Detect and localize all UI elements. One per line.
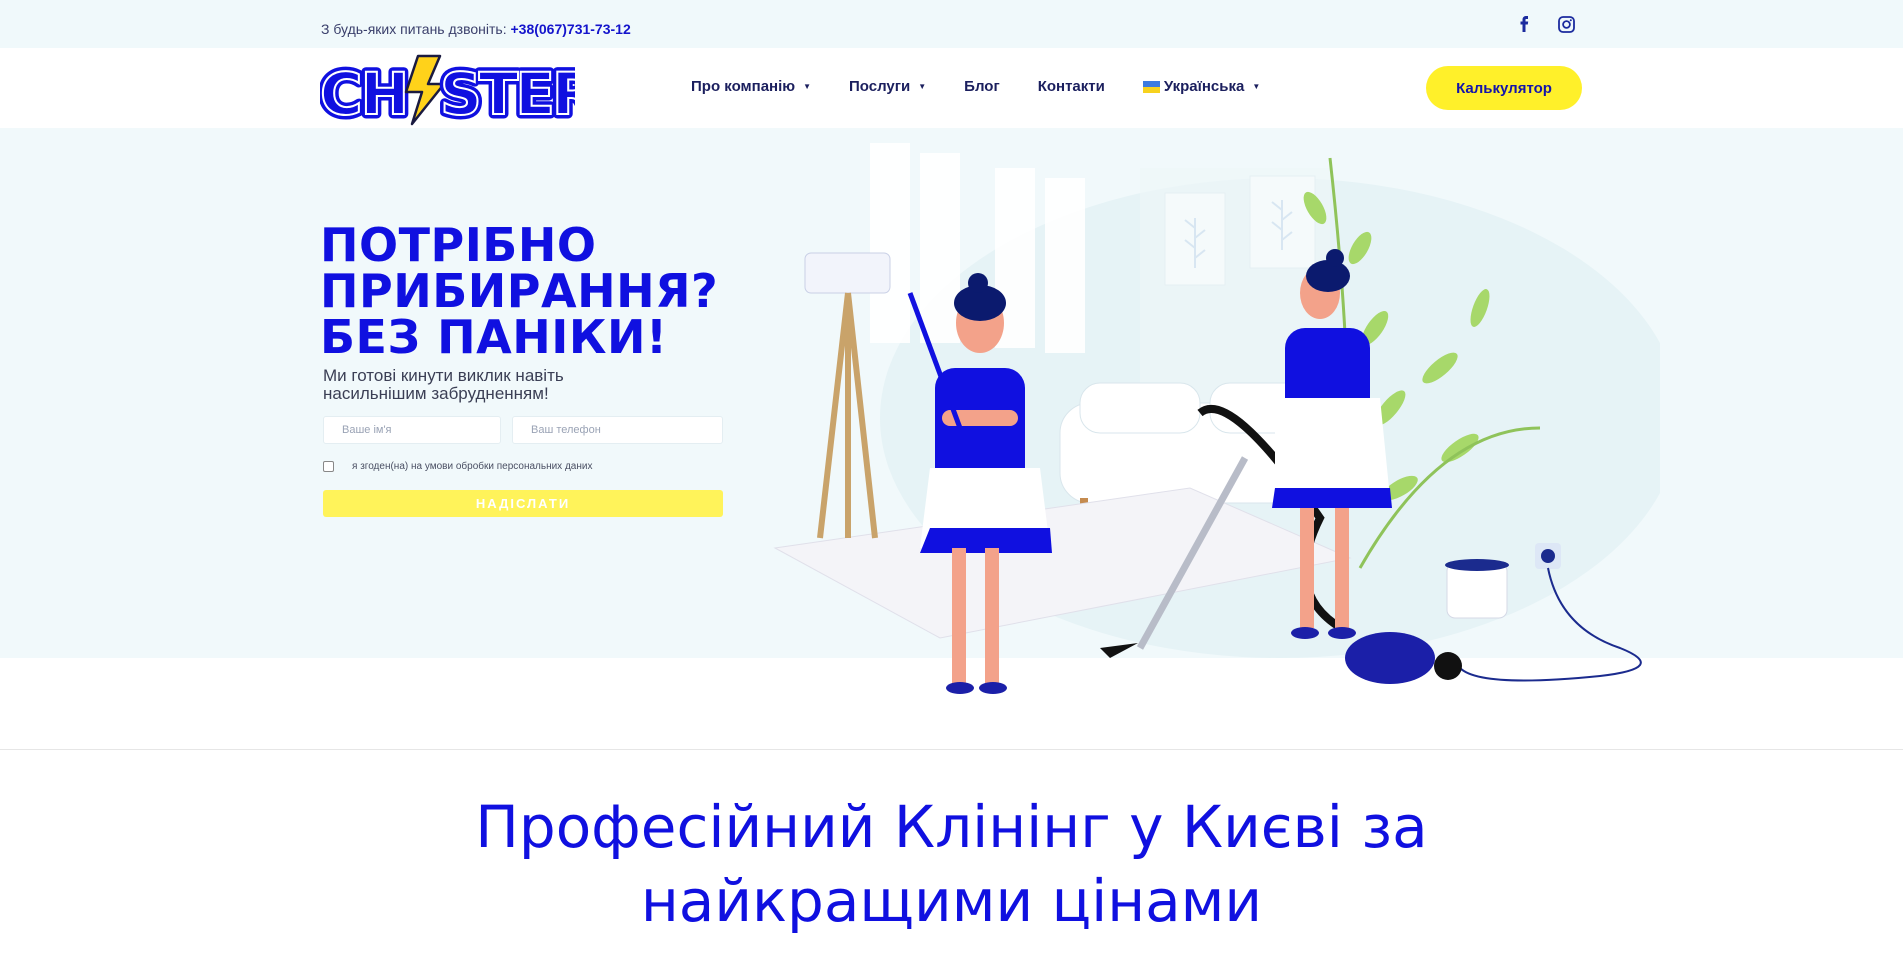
nav-item-contacts[interactable]: Контакти (1038, 78, 1105, 95)
name-input[interactable]: Ваше ім'я (323, 416, 501, 444)
cleaning-illustration (760, 128, 1680, 718)
caret-down-icon: ▼ (1252, 82, 1261, 91)
headline-line: найкращими цінами (640, 867, 1263, 935)
hero-subtitle-line: насильнішим забрудненням! (323, 384, 549, 403)
hero-title: ПОТРІБНО ПРИБИРАННЯ? БЕЗ ПАНІКИ! (320, 222, 750, 360)
nav-item-label: Про компанію (691, 78, 796, 95)
top-bar: З будь-яких питань дзвоніть: +38(067)731… (0, 0, 1903, 48)
chister-logo[interactable]: CH CH STER STER (316, 54, 603, 133)
svg-text:CH: CH (320, 60, 407, 126)
nav-item-services[interactable]: Послуги ▼ (849, 78, 926, 95)
hero-subtitle-line: Ми готові кинути виклик навіть (323, 366, 564, 385)
calculator-button[interactable]: Калькулятор (1426, 66, 1582, 110)
caret-down-icon: ▼ (803, 82, 812, 91)
contact-line: З будь-яких питань дзвоніть: +38(067)731… (321, 21, 631, 37)
consent-checkbox[interactable] (323, 461, 334, 472)
hero-title-line: ПРИБИРАННЯ? (320, 264, 719, 318)
nav-item-label: Контакти (1037, 78, 1105, 95)
phone-link[interactable]: +38(067)731-73-12 (510, 21, 630, 37)
main-nav: Про компанію ▼ Послуги ▼ Блог Контакти У… (691, 78, 1298, 95)
hero-subtitle: Ми готові кинути виклик навіть насильніш… (323, 367, 663, 403)
language-switcher[interactable]: Українська ▼ (1142, 78, 1261, 95)
instagram-icon[interactable] (1556, 14, 1576, 34)
ukraine-flag-icon (1142, 80, 1160, 93)
consent-row: я згоден(на) на умови обробки персональн… (323, 461, 592, 472)
nav-item-blog[interactable]: Блог (964, 78, 1000, 95)
nav-item-label: Блог (964, 78, 1000, 95)
nav-item-label: Послуги (849, 78, 911, 95)
svg-text:STER: STER (440, 60, 575, 126)
section-headline: Професійний Клінінг у Києві за найкращим… (0, 790, 1903, 938)
nav-item-about[interactable]: Про компанію ▼ (691, 78, 811, 95)
headline-line: Професійний Клінінг у Києві за (475, 793, 1428, 861)
consent-label: я згоден(на) на умови обробки персональн… (352, 461, 593, 472)
section-divider (0, 749, 1903, 750)
hero-title-line: ПОТРІБНО (320, 218, 597, 272)
phone-input[interactable]: Ваш телефон (512, 416, 723, 444)
language-label: Українська (1163, 78, 1245, 95)
contact-text: З будь-яких питань дзвоніть: (321, 21, 507, 37)
submit-button[interactable]: НАДІСЛАТИ (323, 490, 723, 517)
hero-title-line: БЕЗ ПАНІКИ! (320, 310, 668, 364)
caret-down-icon: ▼ (918, 82, 927, 91)
facebook-icon[interactable] (1514, 14, 1534, 34)
